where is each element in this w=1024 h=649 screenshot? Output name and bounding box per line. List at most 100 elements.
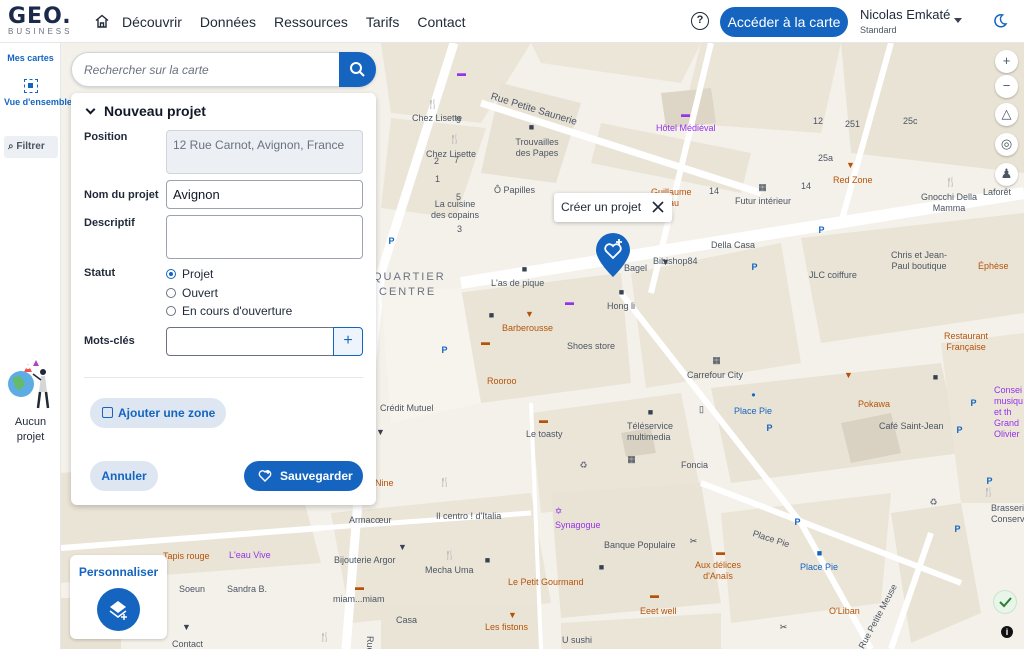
scissors-icon[interactable]: ✂ [689,537,698,546]
shop-icon[interactable]: ■ [597,563,606,572]
shop-icon[interactable]: ■ [520,265,529,274]
tshirt-icon[interactable]: ▼ [182,623,191,632]
status-radio-ouvert[interactable]: Ouvert [166,286,218,300]
poi-label: Café Saint-Jean [879,421,944,431]
access-map-button[interactable]: Accéder à la carte [720,7,848,37]
restaurant-icon[interactable]: 🍴 [427,100,438,109]
status-radio-projet[interactable]: Projet [166,267,213,281]
map-pin-icon[interactable] [594,231,632,279]
add-zone-button[interactable]: Ajouter une zone [90,398,226,428]
parking-icon[interactable]: P [969,399,978,408]
moon-icon[interactable] [992,13,1008,29]
help-icon[interactable]: ? [691,12,709,30]
shop-icon[interactable]: ■ [646,408,655,417]
shop-icon[interactable]: ▦ [712,356,721,365]
description-textarea[interactable] [166,215,363,259]
restaurant-icon[interactable]: 🍴 [439,478,450,487]
parking-icon[interactable]: P [440,346,449,355]
info-icon[interactable]: i [1001,626,1013,638]
layers-button[interactable] [97,588,140,631]
shop-icon[interactable]: ▦ [758,183,767,192]
status-radio-en-cours[interactable]: En cours d'ouverture [166,304,292,318]
parking-icon[interactable]: P [387,237,396,246]
cafe-icon[interactable]: ▬ [716,548,725,557]
restaurant-icon[interactable]: 🍴 [319,633,330,642]
parking-icon[interactable]: P [955,426,964,435]
parking-icon[interactable]: P [765,424,774,433]
keywords-input[interactable] [166,327,334,356]
tshirt-icon[interactable]: ▼ [376,428,385,437]
my-maps-title[interactable]: Mes cartes [0,53,61,63]
search-input[interactable] [84,53,334,86]
nav-item-tarifs[interactable]: Tarifs [366,14,399,30]
bar-icon[interactable]: ▼ [844,371,853,380]
tooltip-label: Créer un projet [561,200,642,214]
shop-icon[interactable]: ■ [527,123,536,132]
tshirt-icon[interactable]: ▼ [661,258,670,267]
create-project-tooltip[interactable]: Créer un projet [554,193,672,222]
shop-icon[interactable]: ▦ [627,455,636,464]
parking-icon[interactable]: P [793,518,802,527]
cafe-icon[interactable]: ▬ [481,338,490,347]
logo[interactable]: GEO. BUSINESS [8,6,80,36]
bus-icon[interactable]: ■ [815,549,824,558]
phone-icon[interactable]: ▯ [697,405,706,414]
compass-icon[interactable]: △ [995,103,1018,126]
add-keyword-button[interactable]: + [333,327,363,356]
chevron-down-icon[interactable] [954,18,962,23]
restaurant-icon[interactable]: 🍴 [983,488,994,497]
hotel-icon[interactable]: ▬ [457,69,466,78]
parking-icon[interactable]: P [985,477,994,486]
customize-card[interactable]: Personnaliser [70,555,167,639]
bar-icon[interactable]: ▼ [525,310,534,319]
save-button[interactable]: Sauvegarder [244,461,363,491]
poi-label: Rooroo [487,376,517,386]
cancel-button[interactable]: Annuler [90,461,158,491]
hotel-icon[interactable]: ▬ [681,110,690,119]
zoom-in-button[interactable]: + [995,50,1018,73]
scissors-icon[interactable]: ✂ [779,623,788,632]
synagogue-icon[interactable]: ✡ [554,507,563,516]
check-icon[interactable] [993,590,1017,614]
home-icon[interactable] [94,13,110,29]
zoom-out-button[interactable]: − [995,75,1018,98]
chevron-down-icon[interactable] [85,104,96,115]
shop-icon[interactable]: ■ [931,373,940,382]
cafe-icon[interactable]: ▬ [650,591,659,600]
overview-icon [24,79,38,93]
nav-item-donnees[interactable]: Données [200,14,256,30]
pegman-icon[interactable]: ♟ [995,163,1018,186]
nav-item-ressources[interactable]: Ressources [274,14,348,30]
parking-icon[interactable]: P [817,226,826,235]
parking-icon[interactable]: P [953,525,962,534]
panel-header[interactable]: Nouveau projet [85,103,206,119]
overview-label: Vue d'ensemble [4,97,72,107]
bar-icon[interactable]: ▼ [846,161,855,170]
nav-item-contact[interactable]: Contact [417,14,465,30]
shop-icon[interactable]: ■ [483,556,492,565]
recycle-icon[interactable]: ♻ [579,461,588,470]
keywords-label: Mots-clés [84,335,135,347]
shop-icon[interactable]: ■ [617,288,626,297]
geolocate-icon[interactable]: ◎ [995,133,1018,156]
user-menu[interactable]: Nicolas Emkaté Standard [860,7,950,35]
filter-button[interactable]: ⌕ Filtrer [4,136,58,158]
project-name-input[interactable] [166,180,363,209]
poi-label: Barberousse [502,323,554,333]
nav-item-decouvrir[interactable]: Découvrir [122,14,182,30]
cafe-icon[interactable]: ▬ [355,583,364,592]
overview-button[interactable]: Vue d'ensemble [4,79,72,107]
parking-icon[interactable]: P [750,263,759,272]
hotel-icon[interactable]: ▬ [565,298,574,307]
restaurant-icon[interactable]: 🍴 [444,551,455,560]
cafe-icon[interactable]: ▬ [539,416,548,425]
tshirt-icon[interactable]: ▼ [398,543,407,552]
restaurant-icon[interactable]: 🍴 [449,135,460,144]
location-dot-icon[interactable]: • [749,389,758,401]
restaurant-icon[interactable]: 🍴 [945,178,956,187]
shop-icon[interactable]: ■ [487,311,496,320]
search-button[interactable] [339,52,376,87]
recycle-icon[interactable]: ♻ [929,498,938,507]
close-icon[interactable] [652,201,664,213]
bar-icon[interactable]: ▼ [508,611,517,620]
